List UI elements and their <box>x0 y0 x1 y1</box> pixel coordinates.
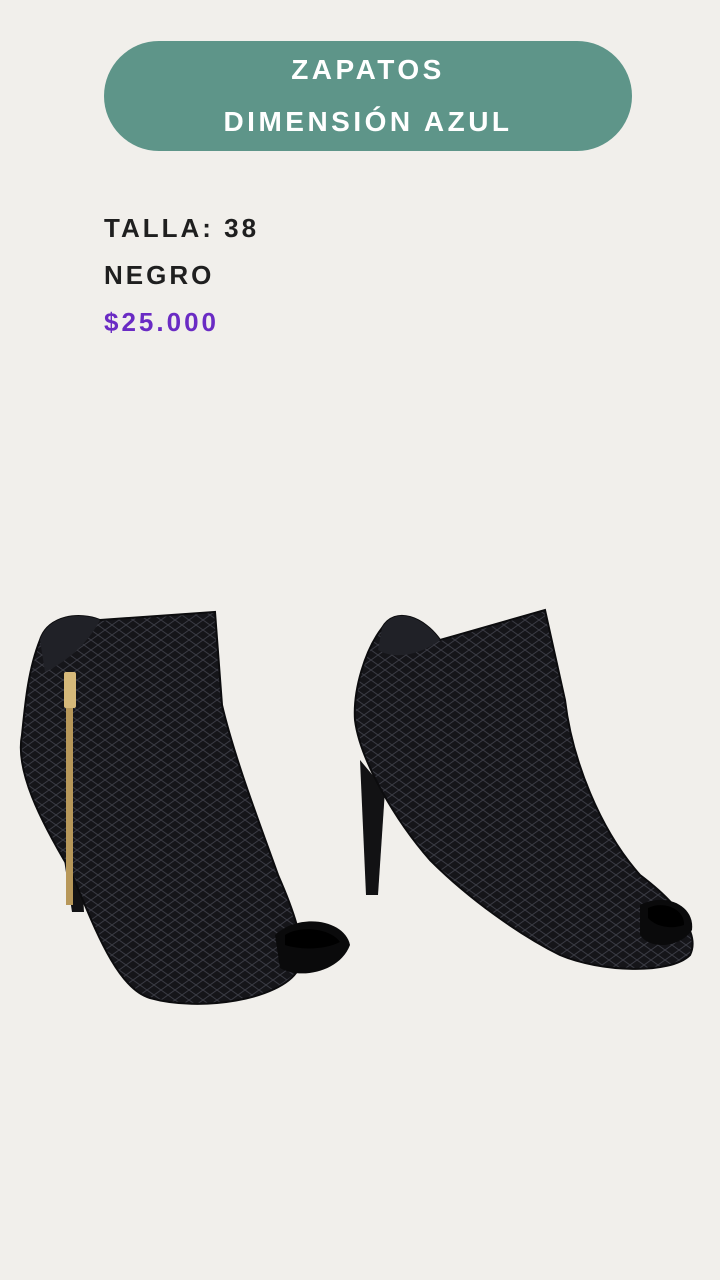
title-line-2: DIMENSIÓN AZUL <box>223 106 513 137</box>
price-label: $25.000 <box>104 307 219 337</box>
product-info: TALLA: 38 NEGRO $25.000 <box>104 205 259 346</box>
title-banner: ZAPATOS DIMENSIÓN AZUL <box>104 41 632 151</box>
color-label: NEGRO <box>104 260 215 290</box>
boots-photo-icon <box>19 608 694 1005</box>
title-line-1: ZAPATOS <box>291 54 445 85</box>
left-boot <box>19 610 350 1005</box>
size-label: TALLA: 38 <box>104 213 260 243</box>
right-boot <box>353 608 694 970</box>
